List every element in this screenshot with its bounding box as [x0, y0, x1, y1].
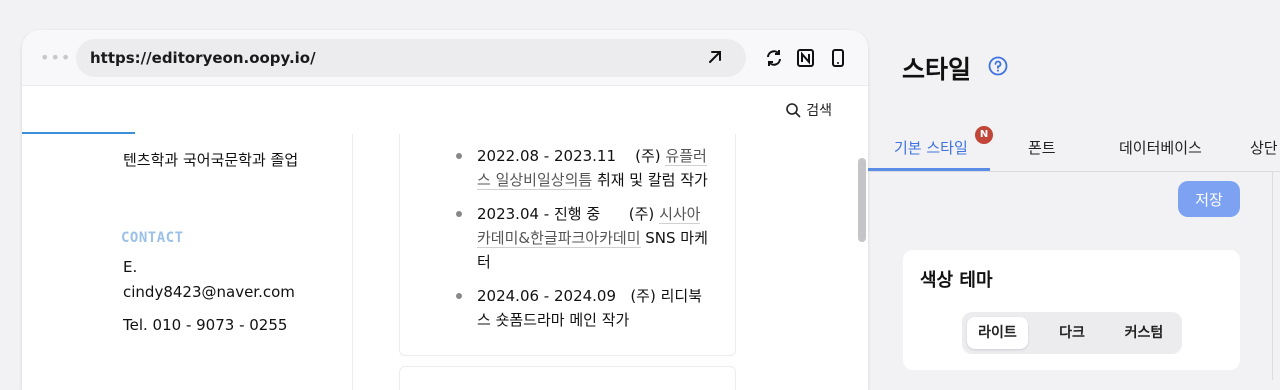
new-badge: N: [975, 126, 993, 144]
tab-font[interactable]: 폰트: [1028, 137, 1056, 158]
search-button[interactable]: 검색: [785, 100, 832, 120]
education-text: 텐츠학과 국어국문학과 졸업: [123, 151, 299, 169]
save-button[interactable]: 저장: [1178, 181, 1240, 217]
panel-divider: [1272, 172, 1273, 380]
browser-toolbar: ••• https://editoryeon.oopy.io/: [22, 30, 868, 86]
column-divider: [352, 134, 353, 390]
notion-icon[interactable]: [796, 48, 816, 68]
browser-preview: ••• https://editoryeon.oopy.io/ 검색 텐츠학과 …: [22, 30, 868, 390]
header-accent-line: [22, 132, 135, 134]
contact-heading: CONTACT: [121, 230, 184, 246]
open-external-icon[interactable]: [706, 48, 724, 70]
url-text: https://editoryeon.oopy.io/: [90, 49, 316, 67]
career-item: 2022.08 - 2023.11 (주) 유플러 스 일상비일상의틈 취재 및…: [456, 144, 727, 192]
bullet-icon: [456, 293, 462, 299]
bullet-icon: [456, 153, 462, 159]
page-content: 검색 텐츠학과 국어국문학과 졸업 CONTACT E. cindy8423@n…: [22, 86, 854, 390]
career-item: 2024.06 - 2024.09 (주) 리디북 스 숏폼드라마 메인 작가: [456, 284, 727, 332]
search-icon: [786, 103, 801, 118]
theme-option-dark[interactable]: 다크: [1042, 317, 1102, 349]
email-label: E.: [123, 258, 138, 276]
more-dots-icon[interactable]: •••: [40, 48, 71, 67]
tab-header[interactable]: 상단: [1250, 137, 1278, 158]
email-value: cindy8423@naver.com: [123, 283, 295, 301]
theme-option-light[interactable]: 라이트: [967, 317, 1028, 349]
active-tab-indicator: [868, 168, 990, 171]
tab-basic-style[interactable]: 기본 스타일: [894, 137, 968, 158]
bullet-icon: [456, 211, 462, 217]
help-icon[interactable]: [988, 56, 1008, 76]
theme-segmented-control: 라이트 다크 커스텀: [962, 312, 1182, 354]
career-card: 2022.08 - 2023.11 (주) 유플러 스 일상비일상의틈 취재 및…: [399, 134, 736, 356]
tabs-divider: [868, 171, 1280, 172]
color-theme-card: 색상 테마 라이트 다크 커스텀: [903, 250, 1240, 370]
search-label: 검색: [806, 103, 832, 119]
phone-number: Tel. 010 - 9073 - 0255: [123, 316, 288, 334]
tab-database[interactable]: 데이터베이스: [1119, 137, 1202, 158]
next-card: [399, 366, 736, 390]
page-title: 스타일: [902, 55, 972, 84]
color-theme-title: 색상 테마: [920, 270, 993, 291]
scrollbar-thumb[interactable]: [858, 158, 866, 242]
refresh-icon[interactable]: [764, 48, 784, 68]
address-bar[interactable]: https://editoryeon.oopy.io/: [76, 39, 746, 77]
theme-option-custom[interactable]: 커스텀: [1110, 317, 1178, 349]
career-item: 2023.04 - 진행 중 (주) 시사아 카데미&한글파크아카데미 SNS …: [456, 202, 727, 274]
mobile-icon[interactable]: [828, 48, 848, 68]
